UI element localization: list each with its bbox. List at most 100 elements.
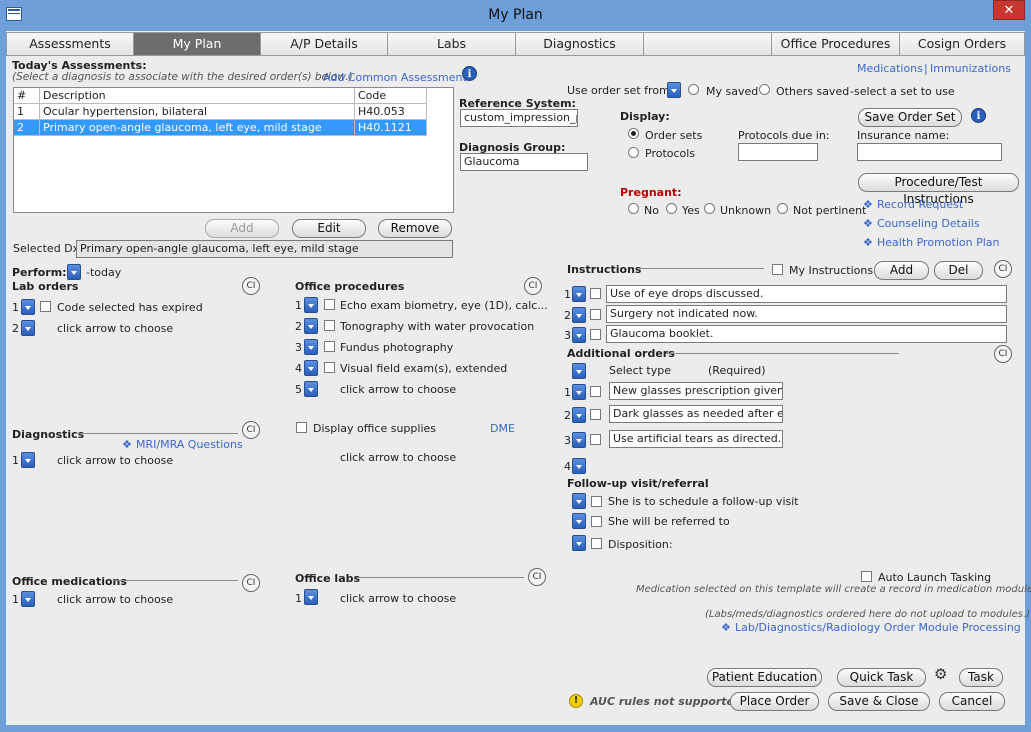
tab-cosign-orders[interactable]: Cosign Orders xyxy=(899,32,1025,56)
office-procedures-clear-icon[interactable]: CI xyxy=(524,277,542,295)
tab-labs[interactable]: Labs xyxy=(387,32,516,56)
tab-diagnostics[interactable]: Diagnostics xyxy=(515,32,644,56)
counseling-details-link[interactable]: Counseling Details xyxy=(877,217,980,230)
gear-icon[interactable]: ⚙ xyxy=(934,665,947,683)
additional-order-dropdown[interactable] xyxy=(572,458,586,474)
followup-checkbox[interactable] xyxy=(591,496,602,507)
office-labs-clear-icon[interactable]: CI xyxy=(528,568,546,586)
lab-order-dropdown[interactable] xyxy=(21,299,35,315)
followup-checkbox[interactable] xyxy=(591,538,602,549)
place-order-button[interactable]: Place Order xyxy=(730,692,819,711)
remove-assessment-button[interactable]: Remove xyxy=(378,219,452,238)
pregnant-yes-radio[interactable] xyxy=(666,203,677,214)
pregnant-not-pertinent-radio[interactable] xyxy=(777,203,788,214)
add-common-assessment-link[interactable]: Add Common Assessment xyxy=(323,71,467,84)
insurance-name-field[interactable] xyxy=(857,143,1002,161)
tab-my-plan[interactable]: My Plan xyxy=(133,32,261,56)
additional-order-dropdown[interactable] xyxy=(572,407,586,423)
others-saved-radio[interactable] xyxy=(759,84,770,95)
additional-order-dropdown[interactable] xyxy=(572,432,586,448)
mri-mra-questions-link[interactable]: MRI/MRA Questions xyxy=(136,438,243,451)
additional-orders-clear-icon[interactable]: CI xyxy=(994,345,1012,363)
order-sets-radio[interactable] xyxy=(628,128,639,139)
followup-dropdown[interactable] xyxy=(572,535,586,551)
close-button[interactable]: ✕ xyxy=(993,0,1025,20)
instruction-field[interactable]: Glaucoma booklet. xyxy=(606,325,1007,343)
my-saved-radio[interactable] xyxy=(688,84,699,95)
record-request-link[interactable]: Record Request xyxy=(877,198,963,211)
office-medications-clear-icon[interactable]: CI xyxy=(242,574,260,592)
my-instructions-checkbox[interactable] xyxy=(772,264,783,275)
tab-ap-details[interactable]: A/P Details xyxy=(260,32,388,56)
auto-launch-tasking-checkbox[interactable] xyxy=(861,571,872,582)
additional-order-field[interactable]: New glasses prescription given. xyxy=(609,382,783,400)
procedure-test-instructions-button[interactable]: Procedure/Test Instructions xyxy=(858,173,1019,206)
quick-task-button[interactable]: Quick Task xyxy=(837,668,926,687)
procedure-dropdown[interactable] xyxy=(304,318,318,334)
cancel-button[interactable]: Cancel xyxy=(939,692,1005,711)
tab-office-procedures[interactable]: Office Procedures xyxy=(771,32,900,56)
additional-order-field[interactable]: Dark glasses as needed after eye xyxy=(609,405,783,423)
lab-orders-clear-icon[interactable]: CI xyxy=(242,277,260,295)
procedure-checkbox[interactable] xyxy=(324,320,335,331)
tab-assessments[interactable]: Assessments xyxy=(6,32,134,56)
additional-order-checkbox[interactable] xyxy=(590,386,601,397)
diagnostics-dropdown[interactable] xyxy=(21,452,35,468)
instructions-clear-icon[interactable]: CI xyxy=(994,260,1012,278)
additional-order-field[interactable]: Use artificial tears as directed. xyxy=(609,430,783,448)
instruction-checkbox[interactable] xyxy=(590,288,601,299)
instruction-dropdown[interactable] xyxy=(572,327,586,343)
protocols-radio[interactable] xyxy=(628,147,639,158)
task-button[interactable]: Task xyxy=(959,668,1003,687)
instruction-field[interactable]: Surgery not indicated now. xyxy=(606,305,1007,323)
instruction-field[interactable]: Use of eye drops discussed. xyxy=(606,285,1007,303)
office-med-dropdown[interactable] xyxy=(21,591,35,607)
immunizations-link[interactable]: Immunizations xyxy=(930,62,1011,75)
table-row[interactable]: 1 Ocular hypertension, bilateral H40.053 xyxy=(14,104,427,120)
add-instruction-button[interactable]: Add xyxy=(874,261,929,280)
lab-module-processing-link[interactable]: Lab/Diagnostics/Radiology Order Module P… xyxy=(735,621,1021,634)
select-type-dropdown[interactable] xyxy=(572,363,586,379)
save-close-button[interactable]: Save & Close xyxy=(828,692,930,711)
lab-order-dropdown[interactable] xyxy=(21,320,35,336)
order-set-info-icon[interactable]: i xyxy=(971,108,986,123)
instruction-dropdown[interactable] xyxy=(572,307,586,323)
perform-dropdown[interactable] xyxy=(67,264,81,280)
procedure-dropdown[interactable] xyxy=(304,360,318,376)
additional-order-checkbox[interactable] xyxy=(590,409,601,420)
instruction-checkbox[interactable] xyxy=(590,329,601,340)
procedure-dropdown[interactable] xyxy=(304,339,318,355)
procedure-checkbox[interactable] xyxy=(324,341,335,352)
table-row-selected[interactable]: 2 Primary open-angle glaucoma, left eye,… xyxy=(14,120,427,136)
dme-link[interactable]: DME xyxy=(490,422,515,435)
instruction-checkbox[interactable] xyxy=(590,309,601,320)
order-set-dropdown[interactable] xyxy=(667,82,681,98)
additional-order-checkbox[interactable] xyxy=(590,434,601,445)
followup-checkbox[interactable] xyxy=(591,516,602,527)
office-lab-dropdown[interactable] xyxy=(304,589,318,605)
save-order-set-button[interactable]: Save Order Set xyxy=(858,108,962,127)
delete-instruction-button[interactable]: Del xyxy=(934,261,983,280)
followup-dropdown[interactable] xyxy=(572,493,586,509)
pregnant-unknown-radio[interactable] xyxy=(704,203,715,214)
lab-order-checkbox[interactable] xyxy=(40,301,51,312)
add-assessment-button[interactable]: Add xyxy=(205,219,279,238)
health-promotion-plan-link[interactable]: Health Promotion Plan xyxy=(877,236,999,249)
pregnant-no-radio[interactable] xyxy=(628,203,639,214)
tab-blank[interactable] xyxy=(643,32,772,56)
diagnosis-group-field[interactable]: Glaucoma xyxy=(460,153,588,171)
additional-order-dropdown[interactable] xyxy=(572,384,586,400)
diagnostics-clear-icon[interactable]: CI xyxy=(242,421,260,439)
medications-link[interactable]: Medications xyxy=(857,62,923,75)
procedure-checkbox[interactable] xyxy=(324,362,335,373)
followup-dropdown[interactable] xyxy=(572,513,586,529)
procedure-checkbox[interactable] xyxy=(324,299,335,310)
instruction-dropdown[interactable] xyxy=(572,286,586,302)
patient-education-button[interactable]: Patient Education xyxy=(707,668,822,687)
edit-assessment-button[interactable]: Edit xyxy=(292,219,366,238)
protocols-due-field[interactable] xyxy=(738,143,818,161)
procedure-dropdown[interactable] xyxy=(304,297,318,313)
display-office-supplies-checkbox[interactable] xyxy=(296,422,307,433)
procedure-dropdown[interactable] xyxy=(304,381,318,397)
reference-system-field[interactable]: custom_impression_pl xyxy=(460,109,578,127)
